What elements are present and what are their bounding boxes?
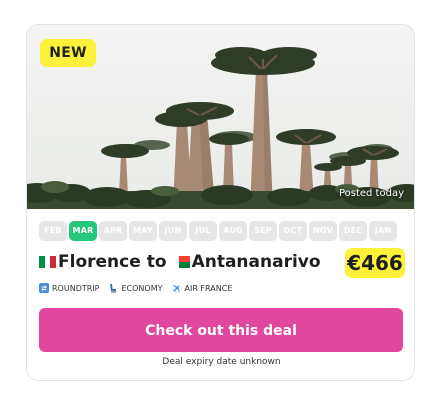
madagascar-flag-icon	[172, 256, 190, 268]
month-chip[interactable]: APR	[99, 221, 127, 241]
tag-label: AIR FRANCE	[184, 283, 233, 293]
deal-card[interactable]: NEW Posted today FEB MAR APR MAY JUN JUL…	[26, 24, 415, 381]
tag-airline: AIR FRANCE	[172, 283, 233, 293]
month-chip[interactable]: JUN	[159, 221, 187, 241]
month-chip[interactable]: JUL	[189, 221, 217, 241]
airplane-icon	[172, 283, 182, 293]
month-chip[interactable]: DEC	[339, 221, 367, 241]
destination-city: Antananarivo	[191, 252, 321, 272]
month-chip[interactable]: SEP	[249, 221, 277, 241]
price-badge: €466	[345, 248, 405, 278]
month-chip-active[interactable]: MAR	[69, 221, 97, 241]
posted-date: Posted today	[338, 188, 404, 199]
check-deal-button[interactable]: Check out this deal	[39, 308, 403, 352]
month-chip[interactable]: MAY	[129, 221, 157, 241]
flight-tags: ROUNDTRIP ECONOMY AIR FRANCE	[39, 283, 232, 293]
tag-economy: ECONOMY	[108, 283, 163, 293]
month-chip[interactable]: NOV	[309, 221, 337, 241]
new-badge: NEW	[40, 39, 96, 67]
destination-photo: NEW Posted today	[27, 25, 414, 209]
roundtrip-icon	[39, 283, 49, 293]
expiry-note: Deal expiry date unknown	[162, 357, 281, 367]
tag-roundtrip: ROUNDTRIP	[39, 283, 99, 293]
month-chip[interactable]: JAN	[369, 221, 397, 241]
month-chip[interactable]: AUG	[219, 221, 247, 241]
month-selector: FEB MAR APR MAY JUN JUL AUG SEP OCT NOV …	[39, 221, 397, 241]
tag-label: ECONOMY	[121, 283, 163, 293]
month-chip[interactable]: OCT	[279, 221, 307, 241]
italy-flag-icon	[39, 256, 56, 268]
origin-city: Florence	[58, 252, 141, 272]
route-title: Florence to Antananarivo	[39, 249, 321, 275]
route-separator: to	[146, 252, 167, 272]
tag-label: ROUNDTRIP	[52, 283, 100, 293]
seat-icon	[108, 283, 118, 293]
month-chip[interactable]: FEB	[39, 221, 67, 241]
